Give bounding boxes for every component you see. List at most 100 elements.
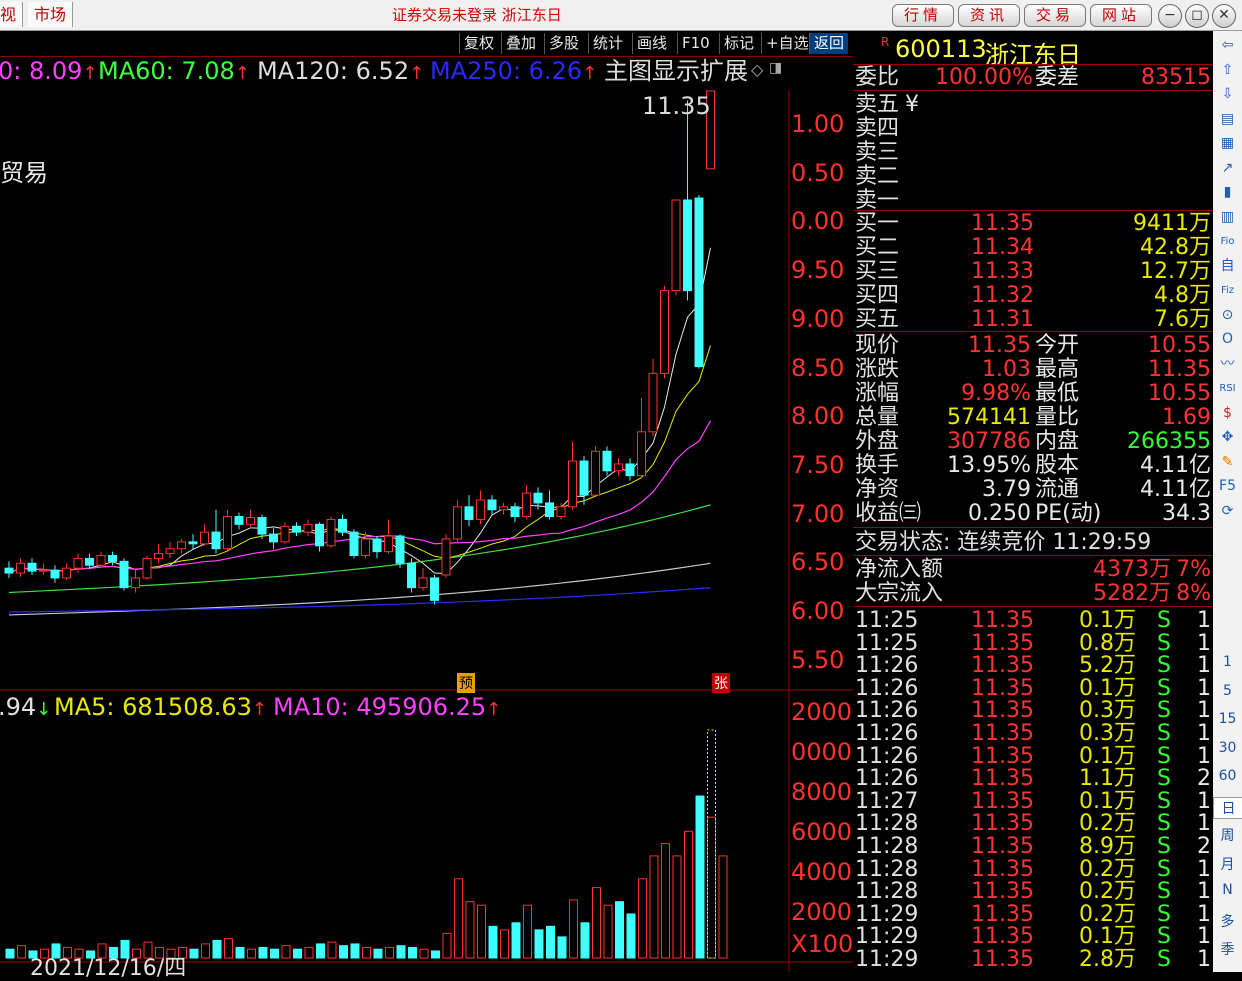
candle: [660, 290, 669, 374]
volume-bar: [419, 948, 429, 959]
fiz-icon[interactable]: Fiz: [1217, 280, 1238, 301]
volume-bar: [557, 936, 567, 959]
period-3[interactable]: 30: [1213, 740, 1242, 756]
candle: [142, 557, 152, 579]
stat-row: 外盘 307786 内盘 266355: [855, 429, 1211, 454]
stat-row: 收益㈢ 0.250 PE(动) 34.3: [855, 501, 1211, 526]
toolbar-draw[interactable]: 画线: [632, 33, 671, 54]
toolbar-back[interactable]: 返回: [809, 33, 849, 54]
close-icon[interactable]: ✕: [1212, 4, 1236, 28]
candle: [292, 525, 301, 533]
candle: [303, 523, 313, 533]
period-7[interactable]: 月: [1213, 854, 1242, 874]
toolbar-stats[interactable]: 统计: [588, 33, 627, 54]
bar-chart-icon[interactable]: ▥: [1217, 207, 1238, 228]
candle: [545, 502, 554, 518]
candle: [510, 506, 520, 518]
candle: [177, 541, 186, 550]
toolbar-fuquan[interactable]: 复权: [459, 33, 498, 54]
move-icon[interactable]: ✥: [1217, 427, 1238, 448]
candle: [16, 562, 25, 574]
ma20-line: [8, 420, 712, 574]
candle: [499, 506, 508, 511]
arrow-up-icon[interactable]: ⇧: [1217, 60, 1238, 81]
volume-bar: [224, 938, 233, 959]
trade-button[interactable]: 交易: [1024, 4, 1086, 27]
volume-tick: 2000: [791, 898, 853, 926]
volume-bar: [396, 945, 406, 959]
toolbar-f10[interactable]: F10: [677, 33, 714, 54]
period-1[interactable]: 5: [1213, 683, 1242, 699]
price-tick: 0.50: [791, 158, 845, 187]
period-0[interactable]: 1: [1213, 654, 1242, 670]
candle: [154, 553, 163, 559]
volume-tick: 6000: [791, 818, 853, 846]
side-toolbar: ⇦ ⇧ ⇩ ▤ ▦ ↗ ▮ ▥ Fio 自 Fiz ⊙ O 〰 RSI $ ✥ ✎ F5 ⟳ 1 5 15 30 60 日周月 N 多…: [1213, 31, 1242, 972]
volume-bar: [477, 904, 486, 959]
note-icon[interactable]: ▤: [1217, 109, 1238, 130]
tick-row: 11:25 11.35 0.1万 S 1: [855, 608, 1211, 633]
candle: [4, 567, 14, 574]
refresh-icon[interactable]: ⟳: [1217, 501, 1238, 522]
tick-row: 11:29 11.35 0.2万 S 1: [855, 901, 1211, 927]
candle: [27, 562, 37, 572]
news-icon[interactable]: 自: [1217, 256, 1238, 277]
wave-icon[interactable]: 〰: [1217, 354, 1238, 375]
arrow-down-icon[interactable]: ⇩: [1217, 84, 1238, 105]
kline-chart[interactable]: [0, 56, 853, 972]
tick-row: 11:25 11.35 0.8万 S 1: [855, 630, 1211, 656]
window-title: 证券交易未登录 浙江东日: [392, 6, 562, 24]
tick-row: 11:28 11.35 0.2万 S 1: [855, 879, 1211, 905]
ma60-line: [8, 504, 711, 594]
tab-view[interactable]: 视: [0, 2, 24, 27]
toolbar-multi-stock[interactable]: 多股: [544, 33, 583, 54]
minimize-icon[interactable]: −: [1158, 4, 1182, 28]
tick-row: 11:26 11.35 0.3万 S 1: [855, 721, 1211, 746]
rsi-icon[interactable]: RSI: [1217, 378, 1238, 399]
f5-icon[interactable]: F5: [1217, 476, 1238, 497]
period-6[interactable]: 周: [1213, 825, 1242, 845]
restore-icon[interactable]: ◻: [1185, 4, 1209, 28]
period-9[interactable]: 多: [1213, 911, 1242, 931]
circle-icon[interactable]: O: [1217, 329, 1238, 350]
news-button[interactable]: 资讯: [958, 4, 1020, 27]
volume-bar: [626, 913, 636, 959]
volume-bar: [638, 878, 647, 959]
weibi-row: 委比 100.00% 委差 83515: [855, 65, 1211, 90]
arrow-left-icon[interactable]: ⇦: [1217, 35, 1238, 56]
line-chart-icon[interactable]: ↗: [1217, 158, 1238, 179]
pencil-icon[interactable]: ✎: [1217, 452, 1238, 473]
period-4[interactable]: 60: [1213, 768, 1242, 784]
tick-row: 11:28 11.35 0.2万 S 1: [855, 856, 1211, 882]
toolbar-add-favorite[interactable]: +自选: [761, 33, 813, 54]
toolbar-overlay[interactable]: 叠加: [501, 33, 540, 54]
dollar-icon[interactable]: $: [1217, 403, 1238, 424]
limit-up-marker[interactable]: 张: [712, 673, 730, 693]
candle: [119, 560, 129, 589]
volume-bar: [695, 795, 705, 959]
forecast-marker[interactable]: 预: [457, 673, 475, 693]
volume-bar: [316, 943, 325, 959]
candle: [522, 492, 531, 518]
tick-row: 11:26 11.35 0.1万 S 1: [855, 675, 1211, 701]
website-button[interactable]: 网站: [1090, 4, 1152, 27]
stock-name-partial: 贸易: [0, 159, 48, 187]
period-2[interactable]: 15: [1213, 711, 1242, 727]
candle-icon[interactable]: ▮: [1217, 182, 1238, 203]
tab-market[interactable]: 市场: [28, 2, 74, 27]
period-8[interactable]: N: [1213, 882, 1242, 898]
grid-icon[interactable]: ▦: [1217, 133, 1238, 154]
period-5[interactable]: 日: [1213, 796, 1242, 819]
period-10[interactable]: 季: [1213, 939, 1242, 959]
buy-row: 买一 11.35 9411万: [855, 211, 1211, 236]
price-tick: 6.00: [791, 597, 845, 625]
volume-bar: [270, 948, 279, 959]
toolbar-mark[interactable]: 标记: [719, 33, 758, 54]
f10-icon[interactable]: Fio: [1217, 231, 1238, 252]
quotes-button[interactable]: 行情: [892, 4, 954, 27]
volume-bar: [684, 830, 693, 959]
candle: [372, 538, 382, 553]
magnify-icon[interactable]: ⊙: [1217, 305, 1238, 326]
candle: [683, 199, 692, 292]
candle: [246, 517, 255, 525]
